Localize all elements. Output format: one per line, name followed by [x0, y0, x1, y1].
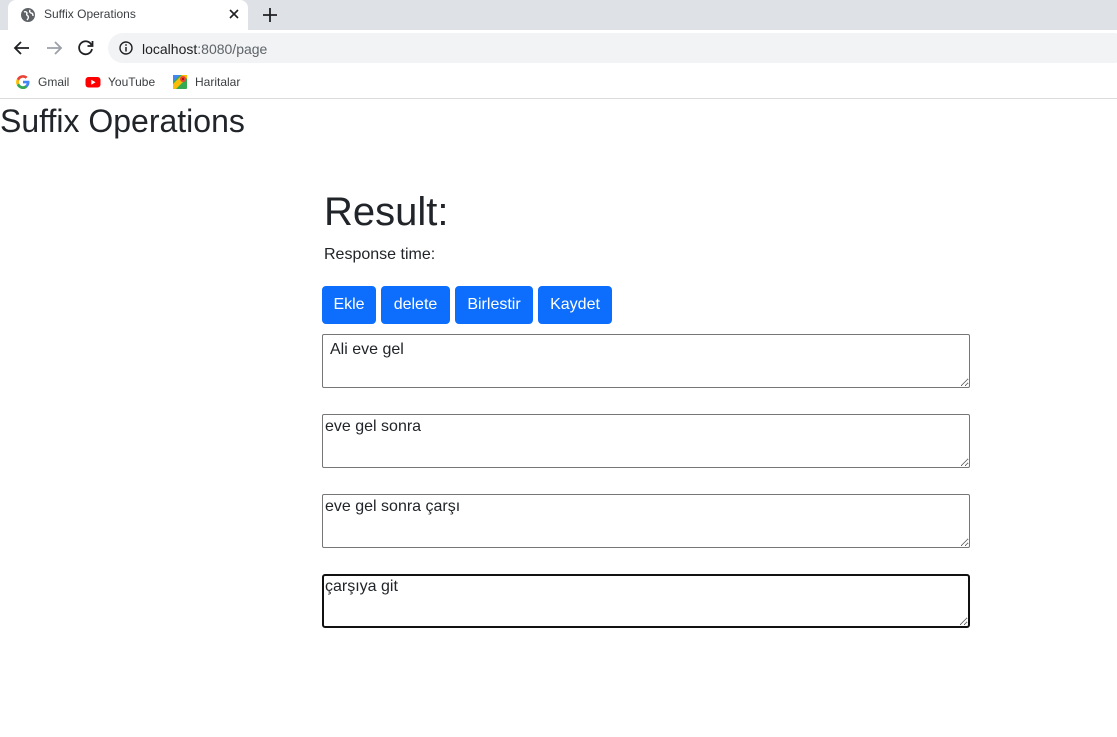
result-textarea-2[interactable]: eve gel sonra çarşı	[322, 494, 970, 548]
page-title: Suffix Operations	[0, 103, 245, 139]
back-arrow-icon[interactable]	[13, 39, 31, 57]
url-path: :8080/page	[197, 41, 268, 57]
youtube-icon	[85, 77, 101, 88]
close-icon[interactable]	[226, 6, 242, 22]
address-bar[interactable]: localhost:8080/page	[108, 33, 1117, 63]
bookmark-maps[interactable]: Haritalar	[172, 73, 240, 91]
new-tab-icon[interactable]	[260, 5, 280, 25]
merge-button[interactable]: Birlestir	[455, 286, 533, 324]
response-time-label: Response time:	[324, 246, 436, 263]
url-text: localhost:8080/page	[142, 41, 267, 57]
input-textarea[interactable]: Ali eve gel	[322, 334, 970, 388]
tab-strip: Suffix Operations	[0, 0, 1117, 30]
save-button[interactable]: Kaydet	[538, 286, 612, 324]
forward-arrow-icon[interactable]	[45, 39, 63, 57]
delete-button[interactable]: delete	[381, 286, 450, 324]
tab-title: Suffix Operations	[44, 7, 136, 21]
reload-icon[interactable]	[77, 39, 95, 57]
bookmark-gmail[interactable]: Gmail	[15, 73, 69, 91]
result-textarea-3[interactable]: çarşıya git	[322, 574, 970, 628]
result-heading: Result:	[324, 190, 449, 234]
result-textarea-1[interactable]: eve gel sonra	[322, 414, 970, 468]
google-icon	[16, 75, 30, 89]
bookmark-label: Gmail	[38, 75, 70, 89]
info-icon[interactable]	[119, 41, 133, 55]
url-host: localhost	[142, 41, 198, 57]
maps-icon	[173, 75, 187, 89]
bookmark-youtube[interactable]: YouTube	[85, 73, 155, 91]
browser-toolbar: localhost:8080/page	[0, 30, 1117, 66]
browser-tab[interactable]: Suffix Operations	[8, 0, 248, 30]
bookmarks-bar: Gmail YouTube Haritalar	[0, 66, 1117, 99]
bookmark-label: Haritalar	[195, 75, 241, 89]
add-button[interactable]: Ekle	[322, 286, 376, 324]
globe-icon	[21, 8, 35, 22]
bookmark-label: YouTube	[108, 75, 156, 89]
